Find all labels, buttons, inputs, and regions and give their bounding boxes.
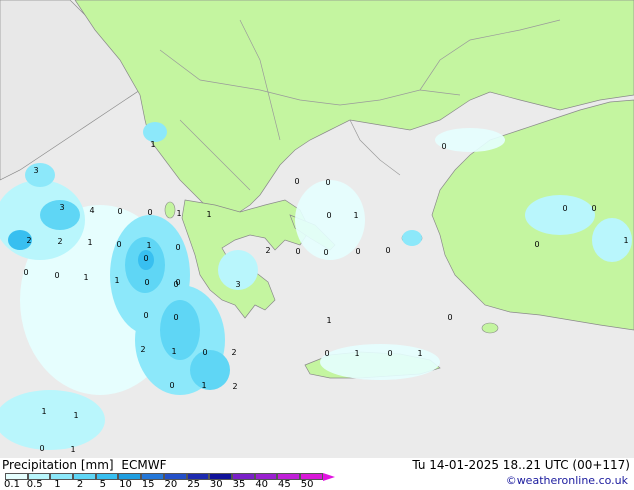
precip-point-label: 0 (325, 178, 331, 187)
land-rhodes (481, 322, 499, 334)
precip-point-label: 0 (116, 240, 122, 249)
precip-point-label: 1 (114, 276, 120, 285)
legend-tick-label: 0.5 (26, 479, 43, 490)
map-footer: Precipitation [mm] ECMWF Tu 14-01-2025 1… (0, 458, 634, 490)
legend-title-text: Precipitation [mm] (2, 458, 114, 472)
precip-point-label: 2 (57, 237, 63, 246)
precip-point-label: 1 (206, 210, 212, 219)
precip-point-label: 0 (175, 243, 181, 252)
precip-point-label: 0 (447, 313, 453, 322)
legend-tick-label: 25 (187, 479, 200, 490)
precip-point-label: 1 (417, 349, 423, 358)
precip-point-label: 1 (83, 273, 89, 282)
precip-point-label: 3 (59, 203, 65, 212)
precip-point-label: 2 (26, 236, 32, 245)
land-corfu (164, 201, 176, 219)
legend-tick-label: 20 (164, 479, 178, 490)
valid-time-label: Tu 14-01-2025 18..21 UTC (00+117) (412, 458, 630, 472)
precip-point-label: 0 (143, 311, 149, 320)
precip-point-label: 0 (39, 444, 45, 453)
precip-point-label: 2 (140, 345, 146, 354)
precip-point-label: 0 (387, 349, 393, 358)
precip-point-label: 0 (326, 211, 332, 220)
legend-tick-label: 1 (54, 479, 61, 490)
precip-point-label: 0 (534, 240, 540, 249)
precip-point-label: 4 (89, 206, 95, 215)
precip-point-label: 0 (173, 280, 179, 289)
precip-point-label: 1 (87, 238, 93, 247)
precip-point-label: 0 (295, 247, 301, 256)
legend-tick-label: 35 (232, 479, 246, 490)
precip-point-label: 0 (385, 246, 391, 255)
legend-tick-label: 30 (209, 479, 223, 490)
precip-point-label: 1 (353, 211, 359, 220)
precip-point-label: 0 (173, 313, 179, 322)
precip-point-label: 1 (326, 316, 332, 325)
legend-title: Precipitation [mm] ECMWF (2, 458, 170, 472)
precip-point-label: 2 (231, 348, 237, 357)
precip-point-label: 0 (562, 204, 568, 213)
precip-point-label: 3 (33, 166, 39, 175)
legend-tick-label: 0.1 (4, 479, 20, 490)
legend-tick-label: 40 (255, 479, 269, 490)
precip-point-label: 1 (354, 349, 360, 358)
precip-point-label: 0 (355, 247, 361, 256)
precip-point-label: 1 (176, 209, 182, 218)
precip-point-label: 1 (150, 140, 156, 149)
map-canvas (0, 0, 634, 450)
precip-point-label: 0 (23, 268, 29, 277)
precip-point-label: 0 (441, 142, 447, 151)
precip-point-label: 0 (169, 381, 175, 390)
precip-point-label: 0 (202, 348, 208, 357)
precip-point-label: 0 (143, 254, 149, 263)
precip-point-label: 0 (54, 271, 60, 280)
precip-point-label: 2 (232, 382, 238, 391)
precip-point-label: 0 (147, 208, 153, 217)
legend-tick-label: 10 (119, 479, 132, 490)
precip-point-label: 1 (73, 411, 79, 420)
legend-tick-label: 50 (300, 479, 314, 490)
legend-model: ECMWF (121, 458, 167, 472)
legend-tick-label: 15 (141, 479, 155, 490)
weather-map: 3 1 3 4 0 0 1 1 2 2 1 0 1 0 0 0 0 1 2 0 3 0 0 0 0 0 1 1 0 0 0 0 2 1 0 2 0 1 2 1… (0, 0, 634, 458)
precip-point-label: 0 (591, 204, 597, 213)
precip-point-label: 3 (235, 280, 241, 289)
precip-point-label: 0 (144, 278, 150, 287)
precip-point-label: 0 (117, 207, 123, 216)
legend-tick-label: 5 (99, 479, 106, 490)
precip-point-label: 2 (265, 246, 271, 255)
precip-point-label: 0 (294, 177, 300, 186)
legend-ticks: 0.1 0.5 1 2 5 10 15 20 25 30 35 40 45 50 (0, 480, 340, 490)
precip-point-label: 1 (70, 445, 76, 454)
precip-point-label: 1 (41, 407, 47, 416)
credit-link[interactable]: ©weatheronline.co.uk (506, 474, 628, 487)
precip-point-label: 1 (623, 236, 629, 245)
legend-tick-label: 2 (76, 479, 84, 490)
precip-point-label: 1 (171, 347, 177, 356)
legend-tick-label: 45 (278, 479, 291, 490)
precip-point-label: 1 (201, 381, 207, 390)
precip-point-label: 0 (324, 349, 330, 358)
precip-point-label: 1 (146, 241, 152, 250)
precip-point-label: 0 (323, 248, 329, 257)
